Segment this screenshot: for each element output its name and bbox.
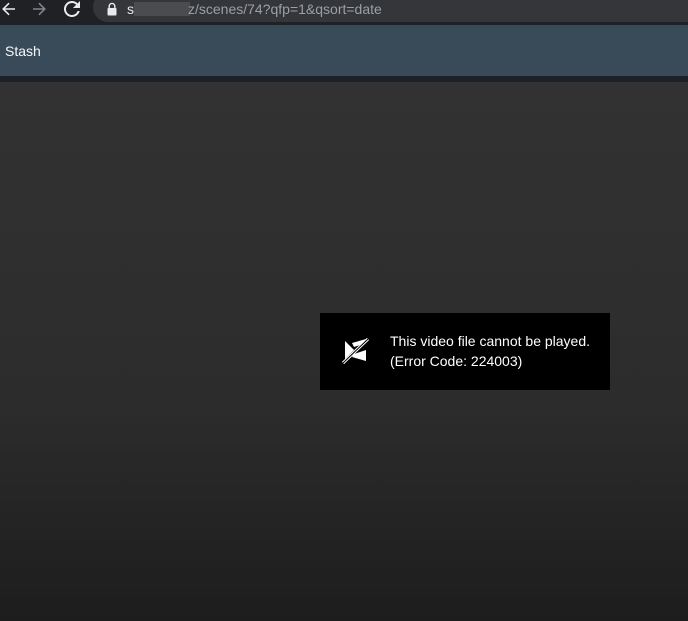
browser-toolbar: s z/scenes/74?qfp=1&qsort=date <box>0 0 688 22</box>
video-off-icon <box>341 337 370 365</box>
error-display: This video file cannot be played. (Error… <box>320 313 610 390</box>
url-redaction <box>134 2 190 16</box>
address-bar[interactable]: s z/scenes/74?qfp=1&qsort=date <box>93 0 688 22</box>
arrow-left-icon[interactable] <box>0 0 18 18</box>
video-player[interactable]: This video file cannot be played. (Error… <box>0 82 688 621</box>
reload-icon[interactable] <box>63 0 81 18</box>
error-code: (Error Code: 224003) <box>390 353 523 369</box>
url-path: z/scenes/74?qfp=1&qsort=date <box>188 1 382 17</box>
arrow-right-icon[interactable] <box>30 0 48 18</box>
brand-link[interactable]: Stash <box>5 42 41 60</box>
app-navbar: Stash <box>0 25 688 76</box>
lock-icon[interactable] <box>107 2 117 16</box>
url-host: s <box>127 1 134 17</box>
error-message: This video file cannot be played. <box>390 333 591 349</box>
